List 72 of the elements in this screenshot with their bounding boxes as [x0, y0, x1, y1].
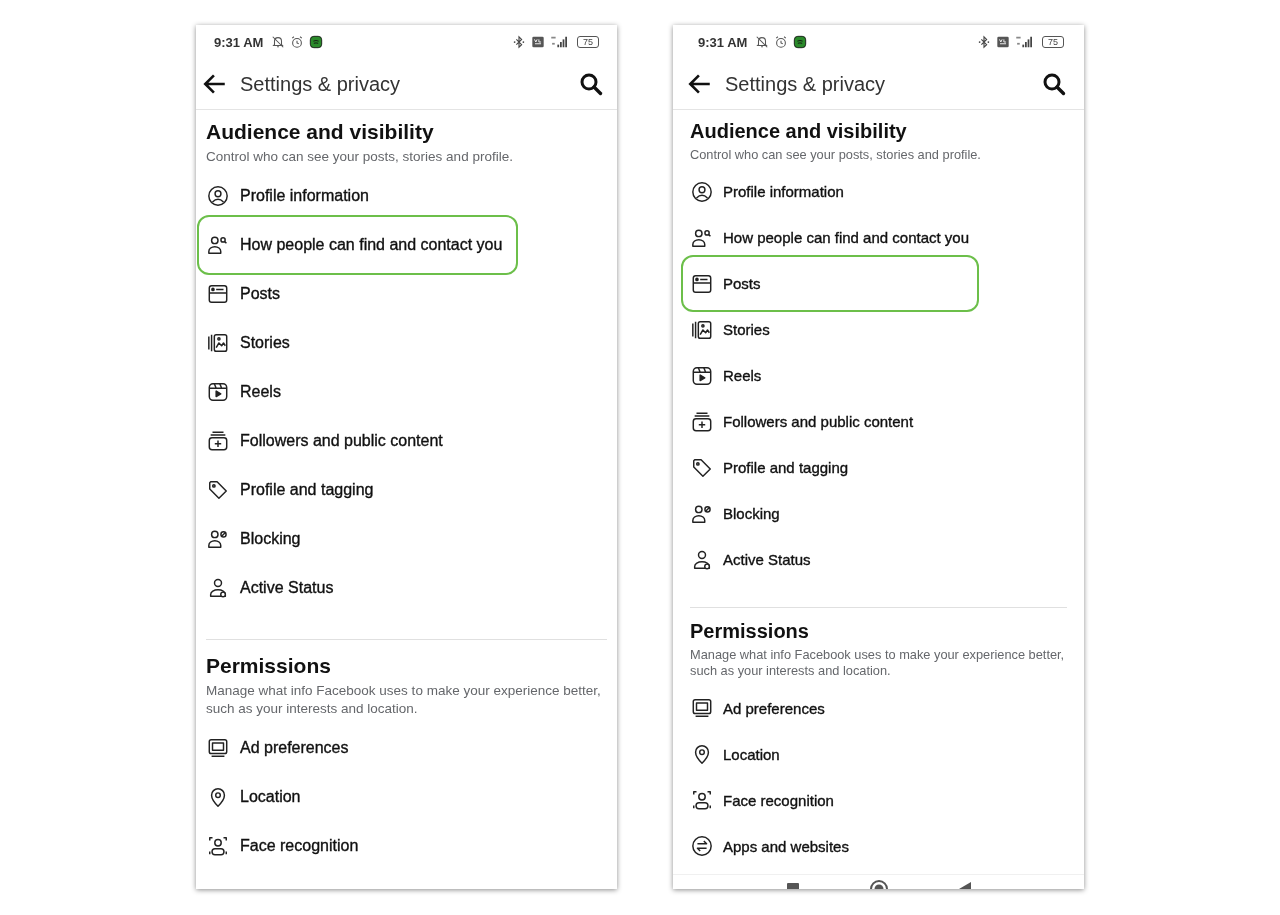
section-description: Manage what info Facebook uses to make your experience better, such as your interests and location. — [690, 647, 1066, 680]
person-search-icon — [691, 227, 713, 249]
monitor-icon — [691, 697, 713, 720]
settings-item[interactable]: How people can find and contact you — [197, 215, 518, 276]
status-time: 9:31 AM — [214, 34, 264, 50]
battery-indicator: 75 — [1042, 36, 1064, 48]
settings-item[interactable]: Followers and public content — [197, 416, 518, 466]
stories-icon — [207, 332, 229, 355]
section-heading: Permissions — [690, 620, 810, 644]
person-block-icon — [207, 528, 229, 551]
tag-icon — [691, 457, 713, 479]
section-description: Manage what info Facebook uses to make your experience better, such as your interests and location. — [206, 682, 602, 718]
bell-off-icon — [755, 35, 770, 49]
alarm-icon — [290, 35, 305, 49]
section-heading: Permissions — [206, 654, 332, 679]
settings-item[interactable]: Location — [197, 772, 518, 822]
settings-item[interactable]: Reels — [197, 367, 518, 417]
screen-title: Settings & privacy — [240, 72, 401, 96]
app-icon — [793, 35, 808, 49]
settings-item[interactable]: Profile and tagging — [197, 465, 518, 515]
profile-icon — [691, 181, 713, 203]
person-search-icon — [207, 234, 229, 257]
section-heading: Audience and visibility — [206, 120, 435, 144]
volte-icon — [996, 35, 1010, 49]
search-icon[interactable] — [1042, 72, 1066, 96]
status-time: 9:31 AM — [698, 34, 748, 50]
settings-item[interactable]: Ad preferences — [197, 723, 518, 773]
posts-icon — [691, 273, 713, 295]
face-scan-icon — [691, 789, 713, 812]
settings-item[interactable]: Blocking — [681, 491, 979, 537]
signal-icon — [550, 35, 570, 49]
settings-item[interactable]: Active Status — [681, 537, 979, 583]
swap-icon — [691, 835, 713, 858]
posts-icon — [207, 283, 229, 306]
settings-item[interactable]: Posts — [681, 255, 979, 313]
person-block-icon — [691, 503, 713, 525]
settings-item[interactable]: Face recognition — [197, 821, 518, 871]
settings-item[interactable]: Reels — [681, 353, 979, 399]
stories-icon — [691, 319, 713, 341]
followers-icon — [207, 430, 229, 453]
settings-item[interactable]: Stories — [197, 318, 518, 368]
settings-item[interactable]: Ad preferences — [681, 685, 979, 732]
reels-icon — [691, 365, 713, 387]
bluetooth-icon — [977, 35, 991, 49]
settings-item[interactable]: Face recognition — [681, 777, 979, 824]
section-description: Control who can see your posts, stories and profile. — [206, 148, 514, 166]
battery-indicator: 75 — [577, 36, 599, 48]
settings-item[interactable]: Profile information — [681, 169, 979, 215]
settings-item[interactable]: Location — [681, 731, 979, 778]
settings-item[interactable]: Profile and tagging — [681, 445, 979, 491]
volte-icon — [531, 35, 545, 49]
screen-title: Settings & privacy — [725, 72, 886, 96]
person-status-icon — [207, 577, 229, 600]
tag-icon — [207, 479, 229, 502]
settings-item[interactable]: Blocking — [197, 514, 518, 564]
person-status-icon — [691, 549, 713, 571]
signal-icon — [1015, 35, 1035, 49]
search-icon[interactable] — [579, 72, 603, 96]
settings-item[interactable]: Active Status — [197, 563, 518, 613]
reels-icon — [207, 381, 229, 404]
settings-item[interactable]: Followers and public content — [681, 399, 979, 445]
bluetooth-icon — [512, 35, 526, 49]
app-icon — [309, 35, 324, 49]
face-scan-icon — [207, 834, 229, 857]
section-heading: Audience and visibility — [690, 120, 908, 143]
alarm-icon — [774, 35, 789, 49]
section-description: Control who can see your posts, stories and profile. — [690, 147, 982, 163]
bell-off-icon — [271, 35, 286, 49]
followers-icon — [691, 411, 713, 433]
profile-icon — [207, 185, 229, 208]
settings-item[interactable]: Apps and websites — [681, 823, 979, 870]
monitor-icon — [207, 736, 229, 759]
